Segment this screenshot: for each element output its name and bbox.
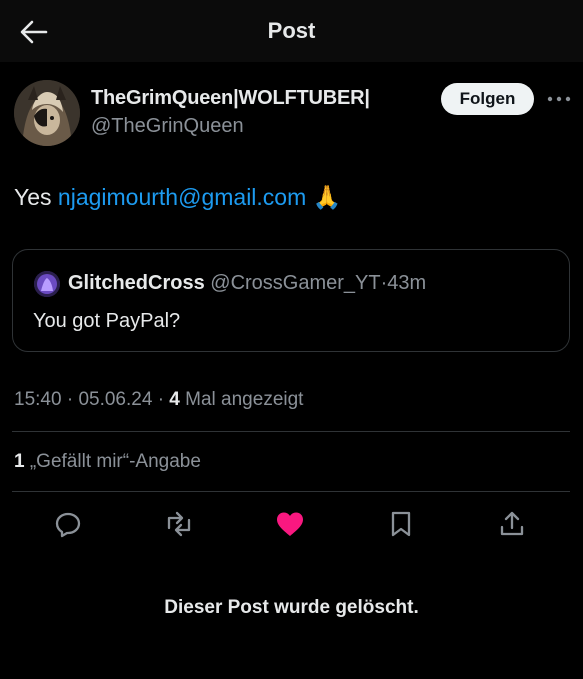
- quote-header: GlitchedCross @CrossGamer_YT·43m: [68, 272, 426, 295]
- tweet-text-prefix: Yes: [14, 184, 52, 210]
- post-date[interactable]: 05.06.24: [78, 389, 152, 410]
- more-horizontal-icon: [547, 96, 571, 102]
- page-title: Post: [267, 18, 316, 43]
- likes-count: 1: [14, 451, 25, 472]
- bookmark-icon: [391, 511, 411, 537]
- post-meta: 15:40 · 05.06.24 · 4 Mal angezeigt: [14, 389, 303, 411]
- share-icon: [500, 511, 524, 536]
- email-link[interactable]: njagimourth@gmail.com: [58, 184, 306, 210]
- meta-separator: ·: [157, 389, 165, 410]
- views-count: 4: [169, 389, 180, 410]
- tweet-text: Yes njagimourth@gmail.com 🙏: [14, 184, 341, 211]
- avatar-image: [14, 80, 80, 146]
- top-bar: Post: [0, 0, 583, 62]
- reply-button[interactable]: [53, 509, 83, 539]
- meta-separator: ·: [66, 389, 74, 410]
- more-options-button[interactable]: [545, 92, 573, 106]
- quote-author-name: GlitchedCross: [68, 272, 205, 294]
- quote-author-avatar: [34, 271, 60, 297]
- like-button[interactable]: [275, 509, 305, 539]
- divider: [12, 491, 570, 492]
- repost-icon: [167, 511, 191, 537]
- repost-button[interactable]: [164, 509, 194, 539]
- reply-icon: [55, 512, 81, 538]
- follow-button[interactable]: Folgen: [441, 83, 534, 115]
- pray-emoji: 🙏: [312, 184, 342, 210]
- author-display-name[interactable]: TheGrimQueen|WOLFTUBER|: [91, 87, 370, 110]
- quote-age: 43m: [387, 272, 427, 294]
- divider: [12, 431, 570, 432]
- likes-label: „Gefällt mir“-Angabe: [29, 451, 201, 472]
- quote-author-handle: @CrossGamer_YT: [210, 272, 381, 294]
- quote-avatar-image: [34, 271, 60, 297]
- deleted-post-notice: Dieser Post wurde gelöscht.: [164, 597, 419, 618]
- author-handle[interactable]: @TheGrinQueen: [91, 115, 244, 138]
- likes-summary[interactable]: 1 „Gefällt mir“-Angabe: [14, 451, 201, 473]
- bookmark-button[interactable]: [386, 509, 416, 539]
- author-avatar[interactable]: [14, 80, 80, 146]
- views-label: Mal angezeigt: [185, 389, 304, 410]
- post-time[interactable]: 15:40: [14, 389, 62, 410]
- share-button[interactable]: [497, 509, 527, 539]
- quoted-post[interactable]: GlitchedCross @CrossGamer_YT·43m You got…: [12, 249, 570, 352]
- heart-icon: [277, 512, 303, 536]
- quote-text: You got PayPal?: [33, 310, 181, 332]
